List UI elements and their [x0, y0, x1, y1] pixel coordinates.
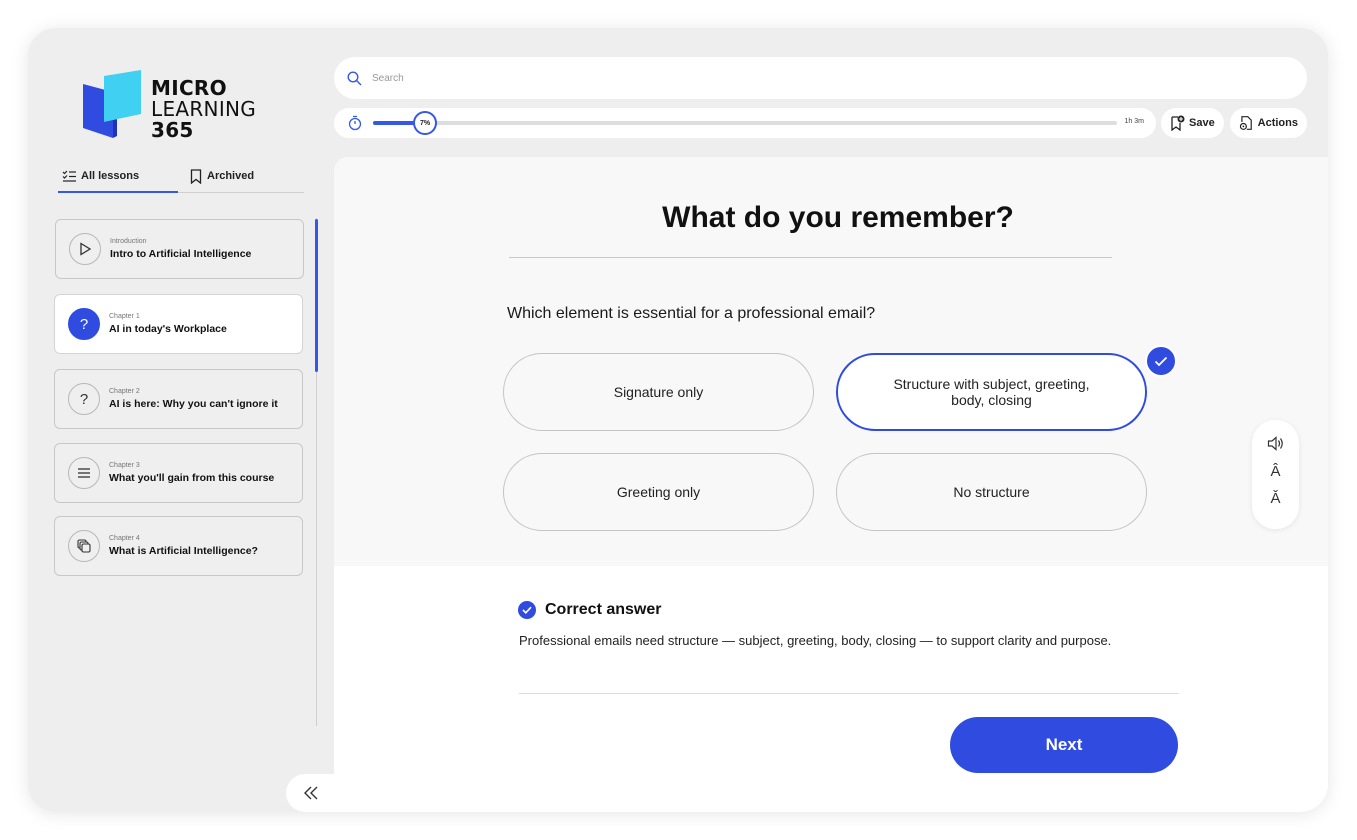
document-settings-icon [1239, 116, 1252, 130]
question-icon: ? [68, 308, 100, 340]
tab-archived[interactable]: Archived [190, 160, 254, 192]
sidebar-tabs: All lessons Archived [58, 160, 304, 193]
quiz-question: Which element is essential for a profess… [507, 305, 876, 322]
title-divider [509, 257, 1112, 258]
brand-line2: LEARNING [151, 97, 257, 121]
lesson-kicker: Chapter 4 [109, 535, 140, 542]
app-window: MICRO LEARNING 365 All lessons Archived [28, 28, 1328, 812]
progress-track: 7% [373, 111, 1117, 135]
lesson-kicker: Introduction [110, 238, 147, 245]
brand-name: MICRO LEARNING 365 [151, 78, 256, 141]
lesson-kicker: Chapter 1 [109, 313, 140, 320]
tab-archived-label: Archived [207, 170, 255, 182]
tab-all-lessons[interactable]: All lessons [62, 160, 178, 192]
lesson-title: AI is here: Why you can't ignore it [109, 398, 278, 410]
answer-option-greeting[interactable]: Greeting only [503, 453, 814, 531]
course-progress-bar: 7% 1h 3m [334, 108, 1156, 138]
feedback-divider [519, 693, 1179, 694]
bookmark-add-icon [1171, 115, 1185, 131]
lesson-item-chapter-3[interactable]: Chapter 3 What you'll gain from this cou… [54, 443, 303, 503]
lesson-item-chapter-2[interactable]: ? Chapter 2 AI is here: Why you can't ig… [54, 369, 303, 429]
tab-all-lessons-label: All lessons [81, 170, 140, 182]
progress-handle[interactable]: 7% [413, 111, 438, 135]
collapse-sidebar-button[interactable] [286, 774, 336, 812]
active-tab-indicator [58, 191, 178, 193]
font-increase-icon: Â [1270, 463, 1281, 480]
brand-logo: MICRO LEARNING 365 [83, 70, 273, 141]
feedback-explanation: Professional emails need structure — sub… [519, 633, 1112, 648]
answer-option-label: Signature only [613, 384, 704, 400]
lesson-title: AI in today's Workplace [109, 323, 227, 335]
bookmark-icon [190, 168, 202, 184]
play-icon [69, 233, 101, 265]
decrease-font-button[interactable]: Ǎ [1252, 490, 1299, 507]
list-icon [68, 457, 100, 489]
lesson-title: Intro to Artificial Intelligence [110, 248, 252, 260]
search-input[interactable] [372, 72, 1272, 84]
lesson-kicker: Chapter 2 [109, 388, 140, 395]
accessibility-toolbar: Â Ǎ [1252, 420, 1299, 529]
course-duration: 1h 3m [1124, 118, 1144, 125]
search-icon [347, 70, 362, 85]
selected-check-icon [1145, 345, 1177, 377]
answer-option-no-structure[interactable]: No structure [836, 453, 1147, 531]
feedback-heading: Correct answer [518, 601, 662, 619]
question-icon: ? [68, 383, 100, 415]
lesson-kicker: Chapter 3 [109, 462, 140, 469]
speaker-icon [1267, 436, 1283, 451]
double-chevron-left-icon [304, 786, 318, 800]
sidebar-scrollbar[interactable] [315, 219, 318, 372]
lesson-item-chapter-1[interactable]: ? Chapter 1 AI in today's Workplace [54, 294, 303, 354]
list-check-icon [62, 170, 76, 182]
actions-button[interactable]: Actions [1230, 108, 1307, 138]
lesson-title: What is Artificial Intelligence? [109, 545, 258, 557]
answer-feedback: Correct answer Professional emails need … [334, 566, 1328, 812]
layers-icon [68, 530, 100, 562]
quiz-title: What do you remember? [662, 201, 1014, 234]
answer-option-signature[interactable]: Signature only [503, 353, 814, 431]
brand-line1: MICRO [151, 76, 227, 100]
increase-font-button[interactable]: Â [1252, 463, 1299, 480]
correct-check-icon [518, 601, 536, 619]
brand-line3: 365 [151, 118, 194, 142]
lesson-title: What you'll gain from this course [109, 472, 275, 484]
font-decrease-icon: Ǎ [1270, 490, 1281, 507]
answer-option-label: Greeting only [616, 484, 701, 500]
progress-percent: 7% [420, 119, 431, 127]
lesson-item-chapter-4[interactable]: Chapter 4 What is Artificial Intelligenc… [54, 516, 303, 576]
feedback-heading-text: Correct answer [545, 601, 662, 618]
answer-option-label: No structure [953, 484, 1030, 500]
save-button[interactable]: Save [1161, 108, 1224, 138]
actions-label: Actions [1257, 117, 1298, 129]
next-button[interactable]: Next [950, 717, 1178, 773]
book-logo-icon [83, 70, 141, 138]
answer-option-label: Structure with subject, greeting, body, … [893, 376, 1090, 408]
answer-option-structure[interactable]: Structure with subject, greeting, body, … [836, 353, 1147, 431]
lesson-item-intro[interactable]: Introduction Intro to Artificial Intelli… [55, 219, 304, 279]
search-bar [334, 57, 1307, 99]
timer-icon [348, 115, 362, 131]
save-label: Save [1189, 117, 1215, 129]
read-aloud-button[interactable] [1252, 436, 1299, 455]
